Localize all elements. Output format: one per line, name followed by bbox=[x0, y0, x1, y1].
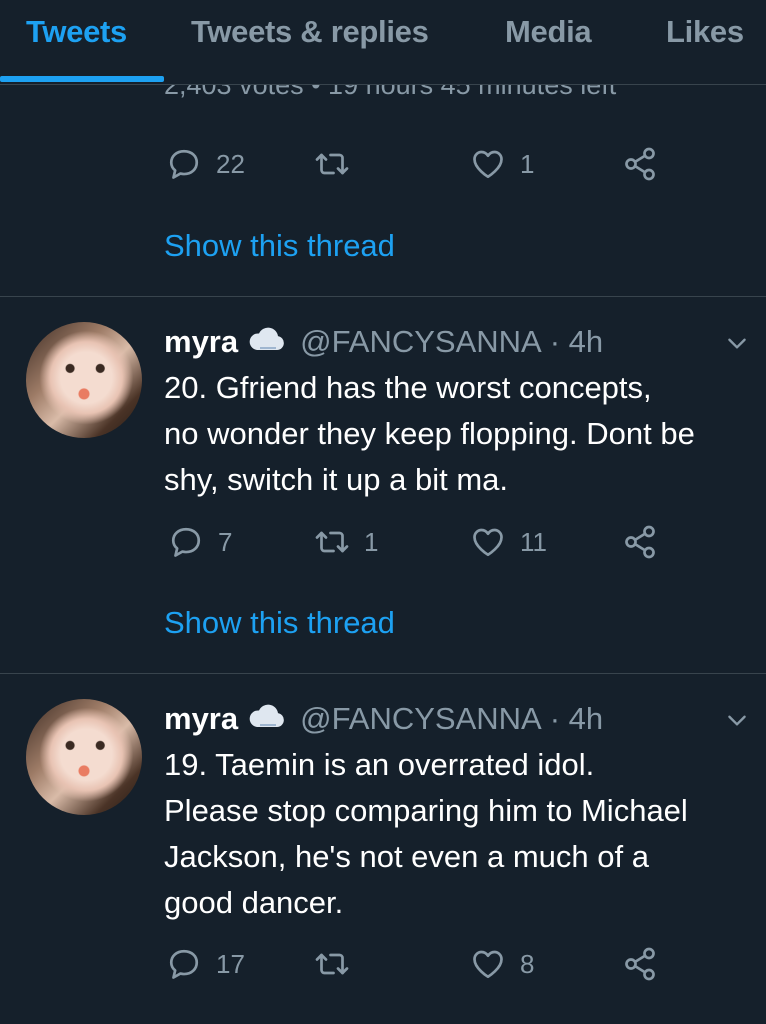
share-icon bbox=[625, 947, 655, 981]
tab-media[interactable]: Media bbox=[505, 14, 592, 50]
like-count: 11 bbox=[520, 526, 547, 557]
chevron-down-icon[interactable] bbox=[724, 707, 750, 733]
tweet-text-line: 19. Taemin is an overrated idol. bbox=[164, 747, 595, 782]
reply-button[interactable]: 7 bbox=[168, 524, 232, 560]
display-name[interactable]: myra bbox=[164, 324, 238, 360]
reply-count: 22 bbox=[216, 148, 245, 179]
avatar[interactable] bbox=[26, 699, 142, 815]
share-button[interactable] bbox=[622, 524, 658, 560]
tab-tweets[interactable]: Tweets bbox=[26, 14, 127, 50]
share-icon bbox=[625, 525, 655, 559]
reply-button[interactable]: 17 bbox=[166, 946, 245, 982]
avatar[interactable] bbox=[26, 322, 142, 438]
reply-count: 7 bbox=[218, 526, 233, 557]
retweet-icon bbox=[315, 531, 349, 553]
tweet-text-line: no wonder they keep flopping. Dont be bbox=[164, 416, 695, 451]
tweet-divider bbox=[0, 296, 766, 297]
chevron-down-icon[interactable] bbox=[724, 330, 750, 356]
reply-icon bbox=[171, 527, 201, 557]
show-thread-link[interactable]: Show this thread bbox=[164, 605, 395, 641]
tweet-text: 20. Gfriend has the worst concepts, no w… bbox=[164, 365, 764, 503]
tweet-text-line: 20. Gfriend has the worst concepts, bbox=[164, 370, 652, 405]
active-tab-indicator bbox=[0, 76, 164, 82]
share-button[interactable] bbox=[622, 146, 658, 182]
heart-icon bbox=[473, 150, 503, 179]
tweet-divider bbox=[0, 673, 766, 674]
profile-tabs: Tweets Tweets & replies Media Likes bbox=[0, 0, 766, 85]
tweet-text-line: good dancer. bbox=[164, 885, 344, 920]
reply-icon bbox=[169, 149, 199, 179]
like-button[interactable]: 11 bbox=[470, 524, 547, 560]
display-name[interactable]: myra bbox=[164, 701, 238, 737]
user-handle[interactable]: @FANCYSANNA bbox=[300, 324, 542, 360]
tweet-text-line: shy, switch it up a bit ma. bbox=[164, 462, 508, 497]
retweet-icon bbox=[315, 153, 349, 175]
retweet-icon bbox=[315, 953, 349, 975]
user-handle[interactable]: @FANCYSANNA bbox=[300, 701, 542, 737]
like-count: 8 bbox=[520, 948, 535, 979]
retweet-button[interactable]: 1 bbox=[314, 524, 378, 560]
reply-button[interactable]: 22 bbox=[166, 146, 245, 182]
retweet-button[interactable] bbox=[314, 946, 364, 982]
like-button[interactable]: 1 bbox=[470, 146, 534, 182]
retweet-button[interactable] bbox=[314, 146, 364, 182]
tweet-timestamp[interactable]: · 4h bbox=[550, 701, 603, 737]
tweet-header: myra @FANCYSANNA · 4h bbox=[164, 324, 603, 360]
tweet-text: 19. Taemin is an overrated idol. Please … bbox=[164, 742, 764, 926]
tab-likes[interactable]: Likes bbox=[666, 14, 744, 50]
reply-icon bbox=[169, 949, 199, 979]
reply-count: 17 bbox=[216, 948, 245, 979]
tweet-timestamp[interactable]: · 4h bbox=[550, 324, 603, 360]
cloud-icon bbox=[248, 701, 286, 737]
tweet-header: myra @FANCYSANNA · 4h bbox=[164, 701, 603, 737]
like-button[interactable]: 8 bbox=[470, 946, 534, 982]
tab-tweets-and-replies[interactable]: Tweets & replies bbox=[191, 14, 429, 50]
tweet-text-line: Please stop comparing him to Michael bbox=[164, 793, 688, 828]
heart-icon bbox=[473, 528, 503, 557]
like-count: 1 bbox=[520, 148, 535, 179]
share-icon bbox=[625, 147, 655, 181]
share-button[interactable] bbox=[622, 946, 658, 982]
heart-icon bbox=[473, 950, 503, 979]
retweet-count: 1 bbox=[364, 526, 379, 557]
cloud-icon bbox=[248, 324, 286, 360]
tweet-text-line: Jackson, he's not even a much of a bbox=[164, 839, 649, 874]
show-thread-link[interactable]: Show this thread bbox=[164, 228, 395, 264]
